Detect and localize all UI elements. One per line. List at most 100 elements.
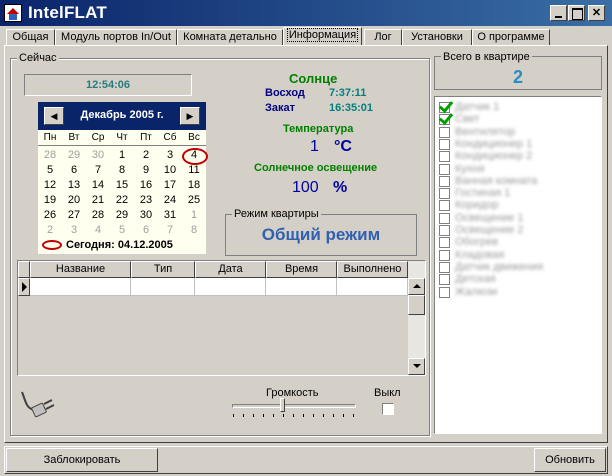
list-item[interactable]: Свет [437, 113, 599, 126]
tab-ports-module[interactable]: Модуль портов In/Out [55, 29, 177, 46]
calendar-day[interactable]: 17 [158, 178, 182, 193]
apartment-items-list[interactable]: Датчик 1 Свет Вентилятор Кондиционер 1 Конди… [434, 96, 602, 434]
calendar-day[interactable]: 1 [182, 208, 206, 223]
calendar-day[interactable]: 25 [182, 193, 206, 208]
refresh-button[interactable]: Обновить [534, 448, 606, 472]
item-checkbox[interactable] [439, 151, 450, 163]
maximize-button[interactable] [568, 5, 585, 21]
close-button[interactable]: ✕ [588, 5, 605, 21]
table-vertical-scrollbar[interactable] [408, 261, 425, 375]
tab-about[interactable]: О программе [472, 29, 550, 46]
calendar-day[interactable]: 11 [182, 163, 206, 178]
table-col-time[interactable]: Время [266, 261, 337, 278]
calendar-day[interactable]: 5 [38, 163, 62, 178]
item-checkbox[interactable] [439, 237, 450, 249]
table-col-date[interactable]: Дата [195, 261, 266, 278]
list-item[interactable]: Гостиная 1 [437, 187, 599, 200]
item-checkbox[interactable] [439, 274, 450, 286]
scroll-up-button[interactable] [408, 278, 425, 295]
calendar-day[interactable]: 21 [86, 193, 110, 208]
calendar-day[interactable]: 7 [158, 223, 182, 238]
tab-log[interactable]: Лог [364, 29, 402, 46]
item-checkbox[interactable] [439, 286, 450, 298]
scroll-down-button[interactable] [408, 358, 425, 375]
minimize-button[interactable] [550, 5, 567, 21]
item-checkbox[interactable] [439, 225, 450, 236]
calendar-day[interactable]: 2 [38, 223, 62, 238]
calendar-day[interactable]: 6 [134, 223, 158, 238]
calendar-day[interactable]: 14 [86, 178, 110, 193]
lock-button[interactable]: Заблокировать [6, 448, 158, 472]
item-checkbox[interactable] [439, 175, 450, 187]
calendar-day[interactable]: 2 [134, 148, 158, 163]
table-cell[interactable] [337, 278, 408, 296]
tab-information[interactable]: Информация [283, 27, 362, 46]
calendar-day[interactable]: 10 [158, 163, 182, 178]
calendar-day[interactable]: 7 [86, 163, 110, 178]
calendar-day[interactable]: 28 [38, 148, 62, 163]
calendar-day[interactable]: 1 [110, 148, 134, 163]
list-item[interactable]: Кондиционер 1 [437, 138, 599, 151]
item-checkbox[interactable] [439, 261, 450, 273]
calendar-day[interactable]: 15 [110, 178, 134, 193]
calendar-day[interactable]: 18 [182, 178, 206, 193]
tab-settings[interactable]: Установки [402, 29, 472, 46]
volume-slider-track[interactable] [232, 404, 356, 408]
calendar-day[interactable]: 4 [86, 223, 110, 238]
list-item[interactable]: Вентилятор [437, 126, 599, 139]
list-item[interactable]: Датчик движения [437, 261, 599, 274]
calendar-day[interactable]: 27 [62, 208, 86, 223]
calendar-today[interactable]: Сегодня: 04.12.2005 [38, 238, 206, 254]
item-checkbox[interactable] [439, 188, 450, 200]
calendar-prev-button[interactable]: ◀ [44, 107, 64, 125]
item-checkbox[interactable] [439, 138, 450, 150]
list-item[interactable]: Освещение 1 [437, 212, 599, 225]
tab-general[interactable]: Общая [6, 29, 55, 46]
calendar-day[interactable]: 5 [110, 223, 134, 238]
calendar-day[interactable]: 30 [134, 208, 158, 223]
list-item[interactable]: Кладовая [437, 249, 599, 262]
calendar-day[interactable]: 8 [110, 163, 134, 178]
table-cell[interactable] [195, 278, 266, 296]
calendar-day[interactable]: 3 [158, 148, 182, 163]
scroll-thumb[interactable] [408, 295, 425, 315]
calendar-day[interactable]: 9 [134, 163, 158, 178]
calendar-day[interactable]: 29 [110, 208, 134, 223]
calendar-day[interactable]: 13 [62, 178, 86, 193]
calendar-day[interactable]: 3 [62, 223, 86, 238]
list-item[interactable]: Детская [437, 273, 599, 286]
list-item[interactable]: Ванная комната [437, 175, 599, 188]
table-cell[interactable] [131, 278, 195, 296]
calendar-day[interactable]: 31 [158, 208, 182, 223]
volume-slider-thumb[interactable] [280, 398, 285, 412]
item-checkbox[interactable] [439, 163, 450, 175]
table-cell[interactable] [266, 278, 337, 296]
list-item[interactable]: Обогрев [437, 236, 599, 249]
item-checkbox[interactable] [439, 126, 450, 138]
calendar-day[interactable]: 16 [134, 178, 158, 193]
table-col-name[interactable]: Название [30, 261, 131, 278]
list-item[interactable]: Кондиционер 2 [437, 150, 599, 163]
calendar-day[interactable]: 23 [134, 193, 158, 208]
table-col-type[interactable]: Тип [131, 261, 195, 278]
calendar-day[interactable]: 4 [182, 148, 208, 165]
table-cell[interactable] [30, 278, 131, 296]
calendar-day[interactable]: 28 [86, 208, 110, 223]
calendar-day[interactable]: 6 [62, 163, 86, 178]
item-checkbox[interactable] [439, 212, 450, 224]
item-checkbox[interactable] [439, 114, 450, 126]
item-checkbox[interactable] [439, 200, 450, 212]
item-checkbox[interactable] [439, 249, 450, 261]
list-item[interactable]: Кухня [437, 163, 599, 176]
calendar-day[interactable]: 22 [110, 193, 134, 208]
list-item[interactable]: Коридор [437, 199, 599, 212]
calendar-day[interactable]: 19 [38, 193, 62, 208]
calendar-day[interactable]: 29 [62, 148, 86, 163]
table-col-done[interactable]: Выполнено [337, 261, 408, 278]
calendar-day[interactable]: 26 [38, 208, 62, 223]
calendar-day[interactable]: 8 [182, 223, 206, 238]
list-item[interactable]: Жалюзи [437, 286, 599, 299]
tab-room-detail[interactable]: Комната детально [177, 29, 283, 46]
list-item[interactable]: Датчик 1 [437, 101, 599, 114]
mute-checkbox[interactable] [382, 403, 394, 415]
